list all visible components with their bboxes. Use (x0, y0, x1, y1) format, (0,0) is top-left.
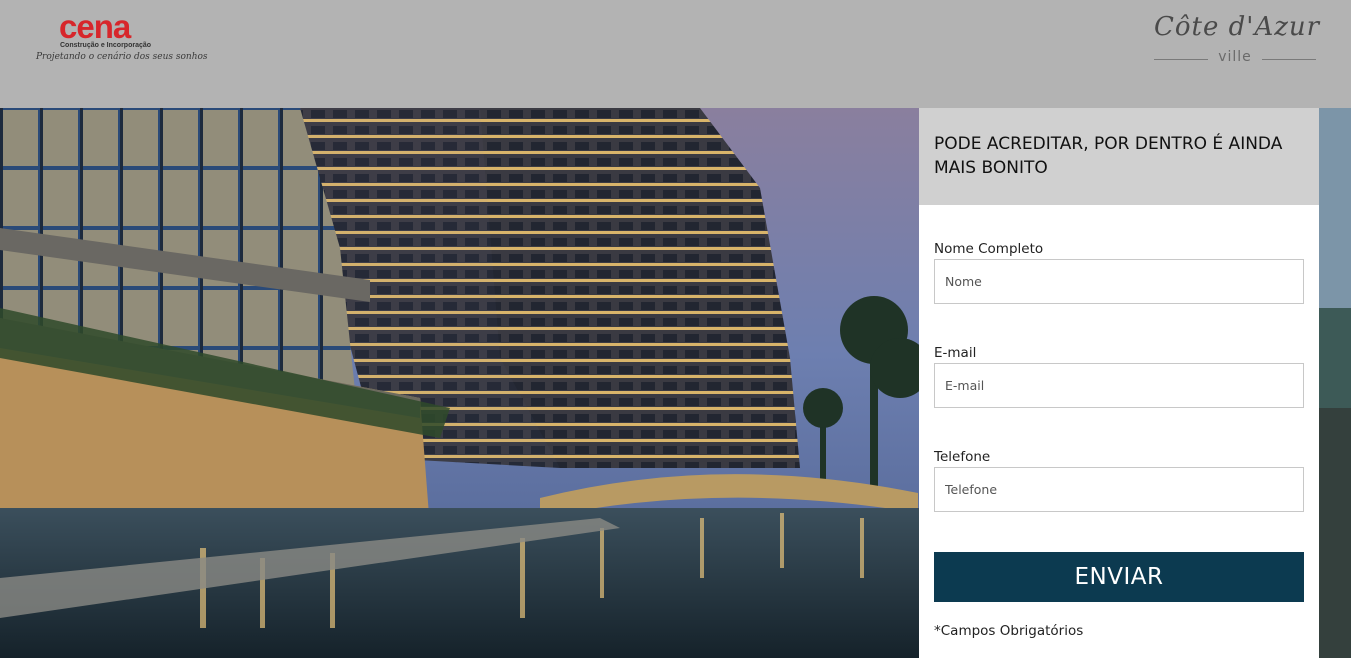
lead-form: PODE ACREDITAR, POR DENTRO É AINDA MAIS … (919, 108, 1319, 658)
phone-label: Telefone (934, 449, 991, 465)
form-title: PODE ACREDITAR, POR DENTRO É AINDA MAIS … (934, 134, 1283, 178)
cena-logo-wordmark: cena (59, 8, 131, 45)
submit-button[interactable]: ENVIAR (934, 552, 1304, 602)
name-input[interactable] (934, 259, 1304, 304)
form-header: PODE ACREDITAR, POR DENTRO É AINDA MAIS … (919, 108, 1319, 205)
email-label: E-mail (934, 345, 977, 361)
cena-logo-tagline: Projetando o cenário dos seus sonhos (36, 52, 208, 62)
cena-logo-subtitle: Construção e Incorporação (60, 42, 152, 49)
phone-input[interactable] (934, 467, 1304, 512)
cote-dazur-ville: ville (1208, 49, 1262, 65)
cote-dazur-logo[interactable]: Côte d'Azur ville (1152, 10, 1321, 66)
required-fields-note: *Campos Obrigatórios (934, 623, 1084, 639)
name-label: Nome Completo (934, 241, 1044, 257)
email-input[interactable] (934, 363, 1304, 408)
cote-dazur-wordmark: Côte d'Azur (1154, 12, 1321, 42)
site-header: cena Construção e Incorporação Projetand… (0, 0, 1351, 108)
cena-logo[interactable]: cena Construção e Incorporação Projetand… (34, 8, 208, 68)
